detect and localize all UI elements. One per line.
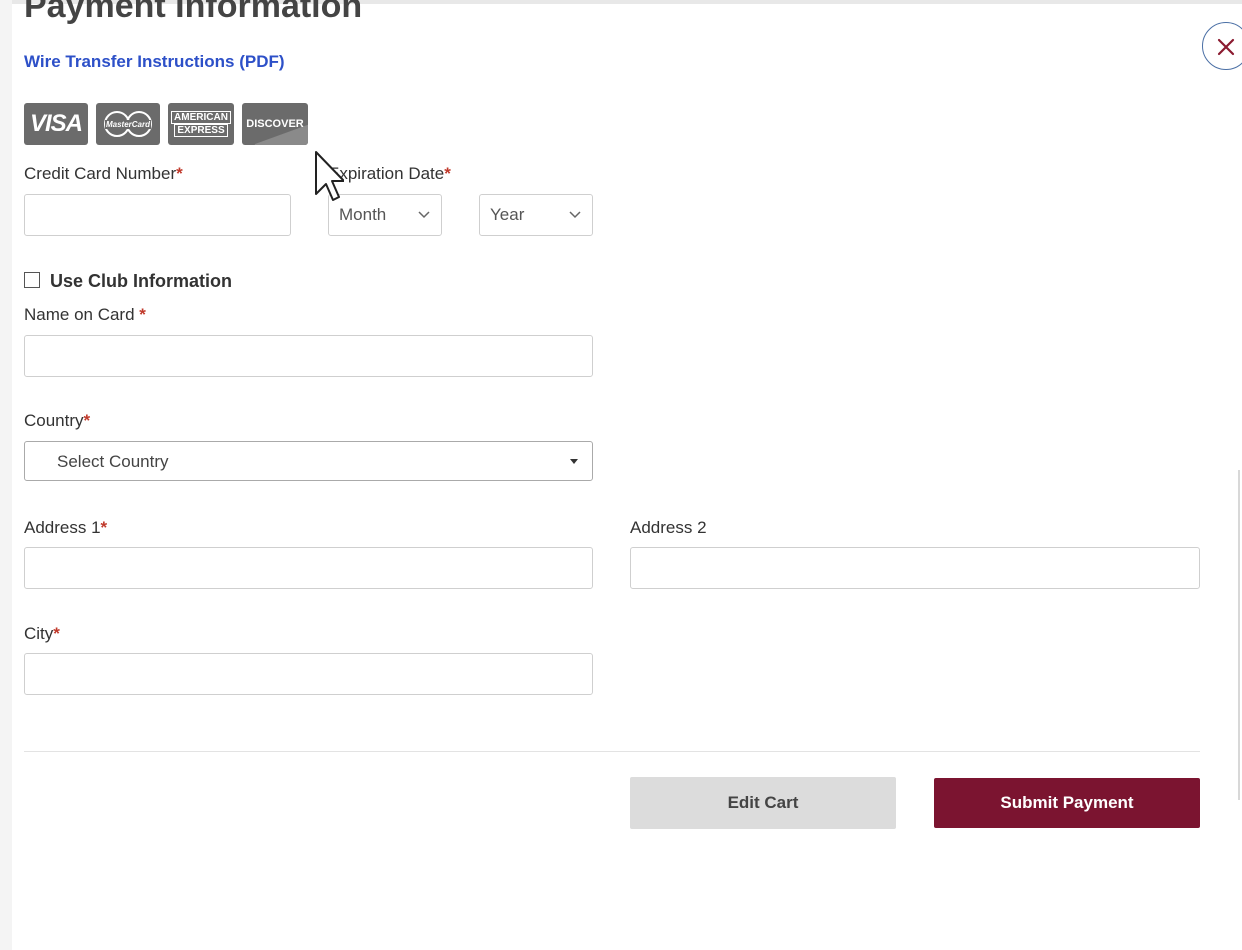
edit-cart-button[interactable]: Edit Cart bbox=[630, 777, 896, 829]
year-select[interactable]: Year bbox=[479, 194, 593, 236]
expiration-date-label: Expiration Date* bbox=[328, 164, 451, 184]
country-label: Country* bbox=[24, 411, 90, 431]
year-select-value: Year bbox=[490, 205, 525, 224]
caret-down-icon bbox=[570, 459, 578, 464]
page-title: Payment Information bbox=[24, 0, 363, 25]
city-label-text: City bbox=[24, 624, 54, 643]
scrollbar-track[interactable] bbox=[1238, 470, 1240, 800]
address1-input[interactable] bbox=[24, 547, 593, 589]
name-on-card-label: Name on Card * bbox=[24, 305, 146, 325]
wire-transfer-link[interactable]: Wire Transfer Instructions (PDF) bbox=[24, 52, 285, 72]
country-label-text: Country bbox=[24, 411, 84, 430]
chevron-down-icon bbox=[418, 211, 430, 219]
amex-logo-line1: AMERICAN bbox=[171, 111, 231, 124]
credit-card-label-text: Credit Card Number bbox=[24, 164, 177, 183]
visa-logo: VISA bbox=[24, 103, 88, 145]
use-club-checkbox[interactable] bbox=[24, 272, 40, 288]
form-divider bbox=[24, 751, 1200, 752]
credit-card-label: Credit Card Number* bbox=[24, 164, 183, 184]
mastercard-logo: MasterCard bbox=[96, 103, 160, 145]
address1-label: Address 1* bbox=[24, 518, 107, 538]
mouse-pointer-icon bbox=[315, 151, 344, 201]
address2-label-text: Address 2 bbox=[630, 518, 707, 537]
address2-input[interactable] bbox=[630, 547, 1200, 589]
discover-logo: DISCOVER bbox=[242, 103, 308, 145]
required-mark: * bbox=[139, 305, 146, 324]
name-on-card-label-text: Name on Card bbox=[24, 305, 135, 324]
amex-logo: AMERICAN EXPRESS bbox=[168, 103, 234, 145]
month-select-value: Month bbox=[339, 205, 387, 224]
city-input[interactable] bbox=[24, 653, 593, 695]
credit-card-input[interactable] bbox=[24, 194, 291, 236]
use-club-label[interactable]: Use Club Information bbox=[50, 271, 232, 292]
close-icon bbox=[1217, 38, 1235, 56]
address1-label-text: Address 1 bbox=[24, 518, 101, 537]
country-select-value: Select Country bbox=[57, 452, 169, 471]
amex-logo-line2: EXPRESS bbox=[174, 124, 228, 137]
city-label: City* bbox=[24, 624, 60, 644]
close-button[interactable] bbox=[1202, 22, 1242, 70]
month-select[interactable]: Month bbox=[328, 194, 442, 236]
mastercard-logo-text: MasterCard bbox=[104, 119, 151, 129]
window-left-edge bbox=[0, 0, 12, 950]
required-mark: * bbox=[444, 164, 451, 183]
discover-logo-text: DISCOVER bbox=[246, 118, 304, 130]
required-mark: * bbox=[176, 164, 183, 183]
visa-logo-text: VISA bbox=[29, 110, 83, 137]
required-mark: * bbox=[100, 518, 108, 537]
required-mark: * bbox=[53, 624, 60, 643]
chevron-down-icon bbox=[569, 211, 581, 219]
submit-payment-button[interactable]: Submit Payment bbox=[934, 778, 1200, 828]
address2-label: Address 2 bbox=[630, 518, 707, 538]
expiration-date-label-text: Expiration Date bbox=[328, 164, 445, 183]
required-mark: * bbox=[83, 411, 91, 430]
country-select[interactable]: Select Country bbox=[24, 441, 593, 481]
name-on-card-input[interactable] bbox=[24, 335, 593, 377]
